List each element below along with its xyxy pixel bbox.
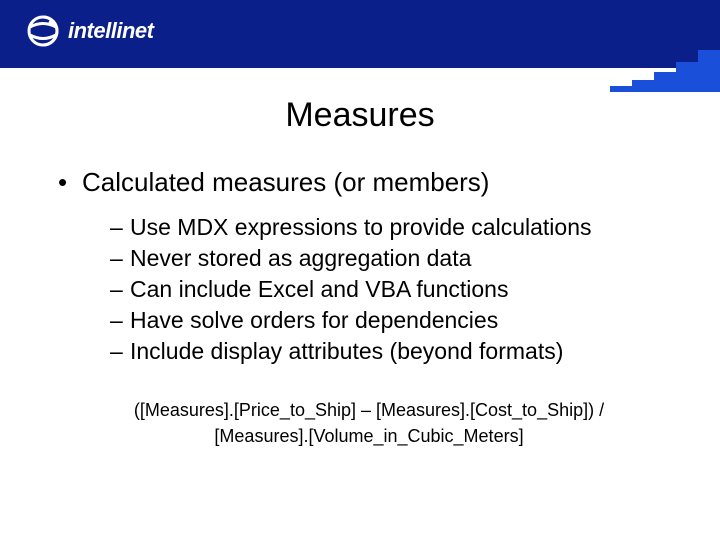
list-item: Can include Excel and VBA functions [110,274,680,305]
brand-logo: intellinet [26,14,153,48]
sub-bullet-list: Use MDX expressions to provide calculati… [58,212,680,367]
list-item: Use MDX expressions to provide calculati… [110,212,680,243]
header-bar: intellinet [0,0,720,68]
formula-line: [Measures].[Volume_in_Cubic_Meters] [118,423,620,449]
corner-steps-decoration [610,50,720,92]
formula-block: ([Measures].[Price_to_Ship] – [Measures]… [58,397,680,449]
list-item: Have solve orders for dependencies [110,305,680,336]
brand-name: intellinet [68,18,153,44]
slide-content: Calculated measures (or members) Use MDX… [0,167,720,449]
slide-title: Measures [0,96,720,135]
list-item: Never stored as aggregation data [110,243,680,274]
formula-line: ([Measures].[Price_to_Ship] – [Measures]… [118,397,620,423]
list-item: Include display attributes (beyond forma… [110,336,680,367]
globe-icon [26,14,60,48]
main-bullet: Calculated measures (or members) [58,167,680,198]
